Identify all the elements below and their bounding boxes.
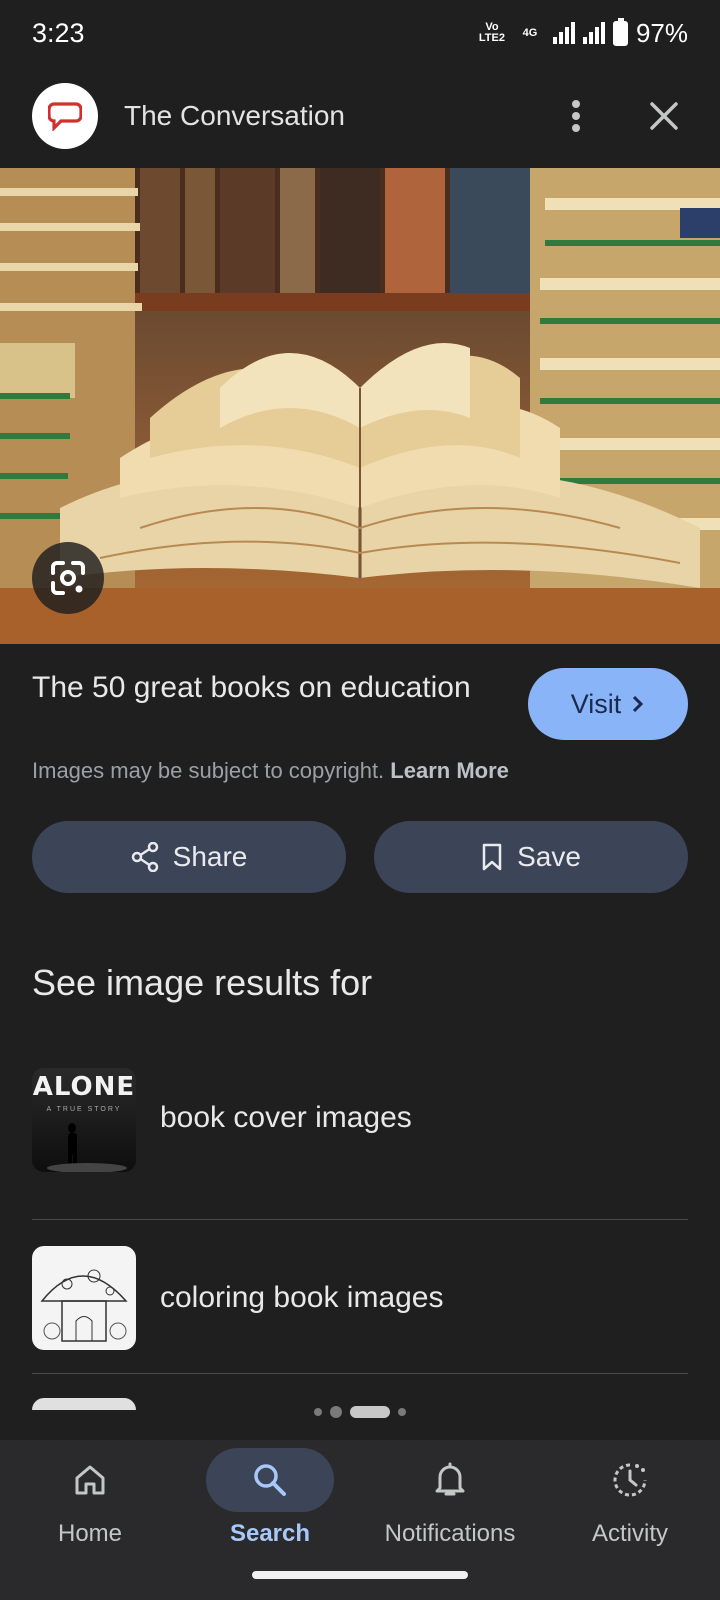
speech-bubble-icon[interactable] bbox=[32, 83, 98, 149]
status-time: 3:23 bbox=[32, 17, 85, 48]
gesture-home-bar[interactable] bbox=[252, 1571, 468, 1579]
save-label: Save bbox=[517, 841, 581, 872]
nav-label: Activity bbox=[591, 1520, 668, 1547]
more-options-icon[interactable] bbox=[556, 86, 596, 146]
signal-icon-2 bbox=[582, 22, 605, 44]
google-lens-button[interactable] bbox=[32, 542, 104, 614]
related-searches-list: ALONE A TRUE STORY book cover images col… bbox=[32, 1066, 688, 1410]
source-name[interactable]: The Conversation bbox=[124, 100, 556, 132]
search-icon bbox=[206, 1448, 334, 1512]
related-thumbnail: ALONE A TRUE STORY bbox=[32, 1068, 136, 1172]
action-buttons: Share Save bbox=[32, 821, 688, 893]
signal-icon bbox=[552, 22, 575, 44]
close-icon[interactable] bbox=[640, 86, 688, 146]
visit-button[interactable]: Visit bbox=[528, 668, 688, 740]
volte-badge: Vo LTE2 bbox=[478, 21, 505, 44]
bookmark-icon bbox=[482, 843, 502, 871]
chevron-right-icon bbox=[633, 695, 644, 713]
related-thumbnail bbox=[32, 1246, 136, 1350]
figure-silhouette bbox=[47, 1123, 127, 1172]
nav-home[interactable]: Home bbox=[5, 1448, 175, 1600]
save-button[interactable]: Save bbox=[374, 821, 688, 893]
visit-label: Visit bbox=[570, 688, 622, 719]
copyright-notice: Images may be subject to copyright. Lear… bbox=[32, 758, 509, 784]
status-bar: 3:23 Vo LTE2 4G 97% bbox=[0, 0, 720, 66]
related-item-book-cover[interactable]: ALONE A TRUE STORY book cover images bbox=[32, 1066, 688, 1220]
activity-icon bbox=[566, 1448, 694, 1512]
result-title-row: The 50 great books on education Visit bbox=[32, 668, 688, 740]
share-label: Share bbox=[172, 841, 248, 872]
share-icon bbox=[131, 842, 158, 872]
bell-icon bbox=[386, 1448, 514, 1512]
mushroom-house-drawing bbox=[40, 1269, 128, 1342]
page-indicator bbox=[0, 1406, 720, 1418]
network-type-badge: 4G bbox=[522, 26, 538, 39]
home-icon bbox=[26, 1448, 154, 1512]
nav-label: Search bbox=[229, 1520, 311, 1547]
result-title[interactable]: The 50 great books on education bbox=[32, 668, 472, 740]
copyright-text: Images may be subject to copyright. bbox=[32, 758, 385, 783]
learn-more-link[interactable]: Learn More bbox=[390, 758, 509, 783]
status-icons: Vo LTE2 4G 97% bbox=[477, 17, 688, 49]
related-item-coloring-book[interactable]: coloring book images bbox=[32, 1220, 688, 1374]
source-header: The Conversation bbox=[0, 78, 720, 154]
result-image[interactable] bbox=[0, 168, 720, 644]
nav-activity[interactable]: Activity bbox=[545, 1448, 715, 1600]
battery-icon bbox=[612, 17, 628, 46]
battery-percent: 97% bbox=[635, 17, 688, 48]
related-item-label: coloring book images bbox=[160, 1281, 444, 1314]
lens-icon bbox=[51, 561, 85, 595]
related-heading: See image results for bbox=[32, 962, 373, 1003]
nav-label: Home bbox=[57, 1520, 123, 1547]
books-illustration bbox=[0, 168, 720, 644]
share-button[interactable]: Share bbox=[32, 821, 346, 893]
related-item-label: book cover images bbox=[160, 1101, 412, 1134]
nav-label: Notifications bbox=[384, 1520, 516, 1547]
